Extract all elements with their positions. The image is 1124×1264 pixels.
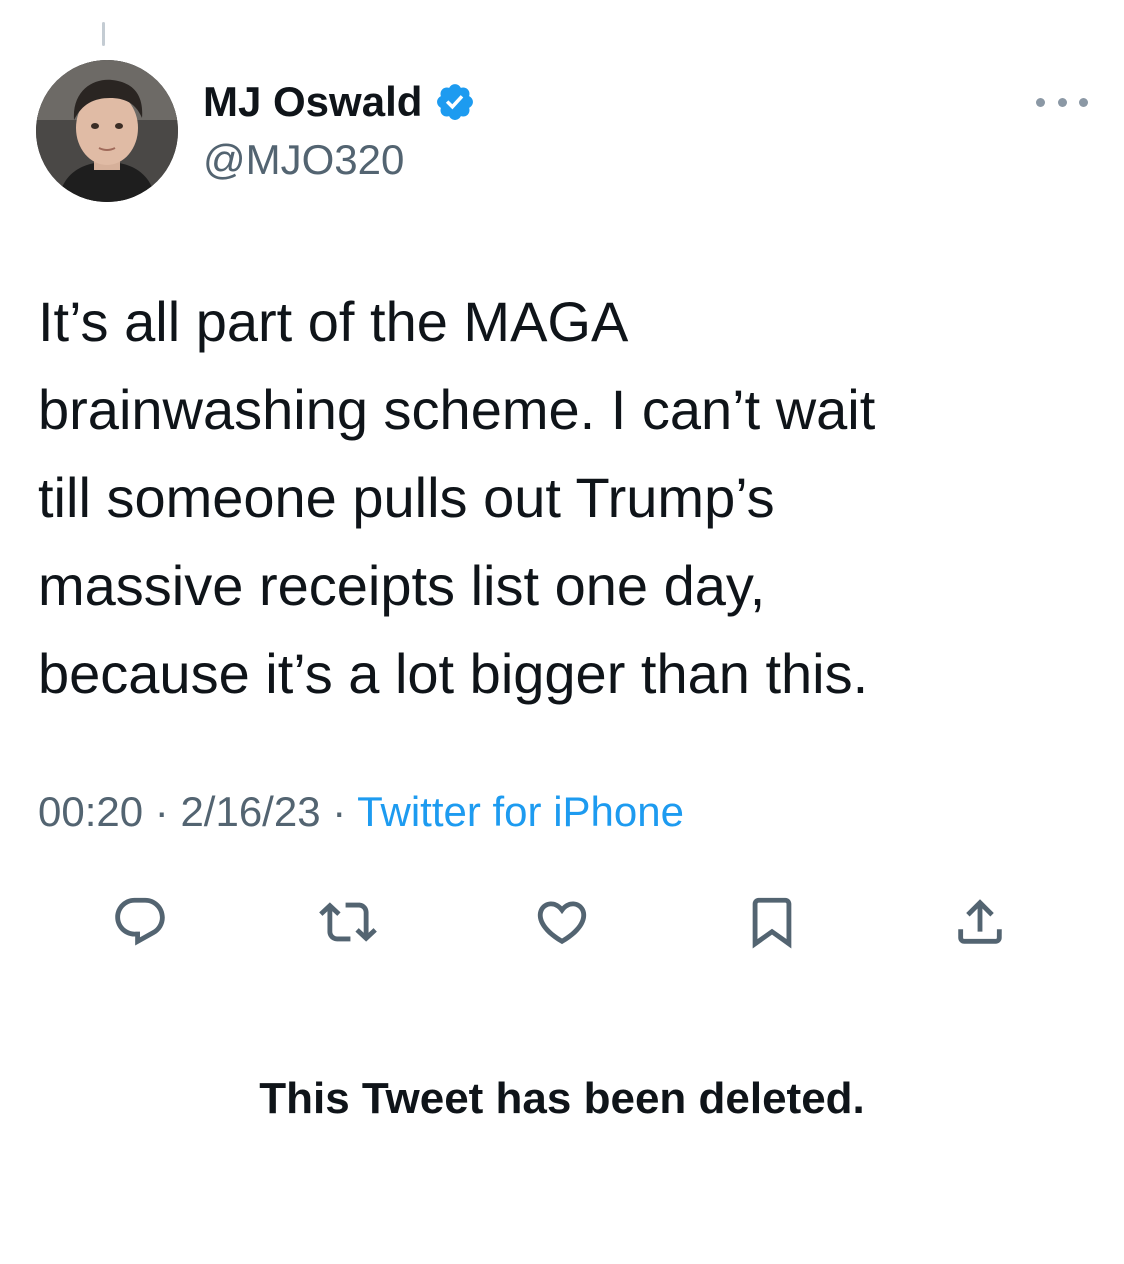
tweet-text-line: It’s all part of the MAGA (38, 290, 629, 353)
like-button[interactable] (532, 892, 592, 952)
share-icon (958, 899, 1002, 944)
tweet-text: It’s all part of the MAGA brainwashing s… (38, 278, 1078, 718)
verified-badge-icon (434, 81, 476, 123)
tweet-text-line: brainwashing scheme. I can’t wait (38, 378, 876, 441)
tweet-text-line: till someone pulls out Trump’s (38, 466, 775, 529)
meta-separator: · (143, 788, 181, 835)
thread-line (102, 22, 105, 46)
heart-icon (537, 901, 587, 945)
more-dot (1079, 97, 1088, 107)
more-dot (1057, 97, 1067, 107)
tweet-date[interactable]: 2/16/23 (180, 788, 320, 835)
tweet-text-line: massive receipts list one day, (38, 554, 766, 617)
bookmark-button[interactable] (742, 892, 802, 952)
tweet-source[interactable]: Twitter for iPhone (357, 788, 684, 835)
retweet-button[interactable] (318, 892, 378, 952)
share-button[interactable] (950, 892, 1010, 952)
author-display-name[interactable]: MJ Oswald (203, 78, 422, 126)
tweet-metadata: 00:20 · 2/16/23 · Twitter for iPhone (38, 788, 684, 836)
meta-separator: · (320, 788, 358, 835)
avatar-photo (36, 60, 178, 202)
tweet-text-line: because it’s a lot bigger than this. (38, 642, 869, 705)
author-name-row[interactable]: MJ Oswald (203, 76, 476, 128)
avatar[interactable] (36, 60, 178, 202)
author-handle[interactable]: @MJO320 (203, 136, 404, 184)
retweet-icon (319, 902, 377, 942)
tweet-time[interactable]: 00:20 (38, 788, 143, 835)
more-options-icon[interactable] (1036, 88, 1088, 116)
reply-button[interactable] (110, 892, 170, 952)
bookmark-icon (752, 897, 792, 949)
deleted-tweet-notice: This Tweet has been deleted. (259, 1074, 865, 1123)
more-dot (1036, 97, 1045, 107)
reply-icon (115, 897, 165, 946)
